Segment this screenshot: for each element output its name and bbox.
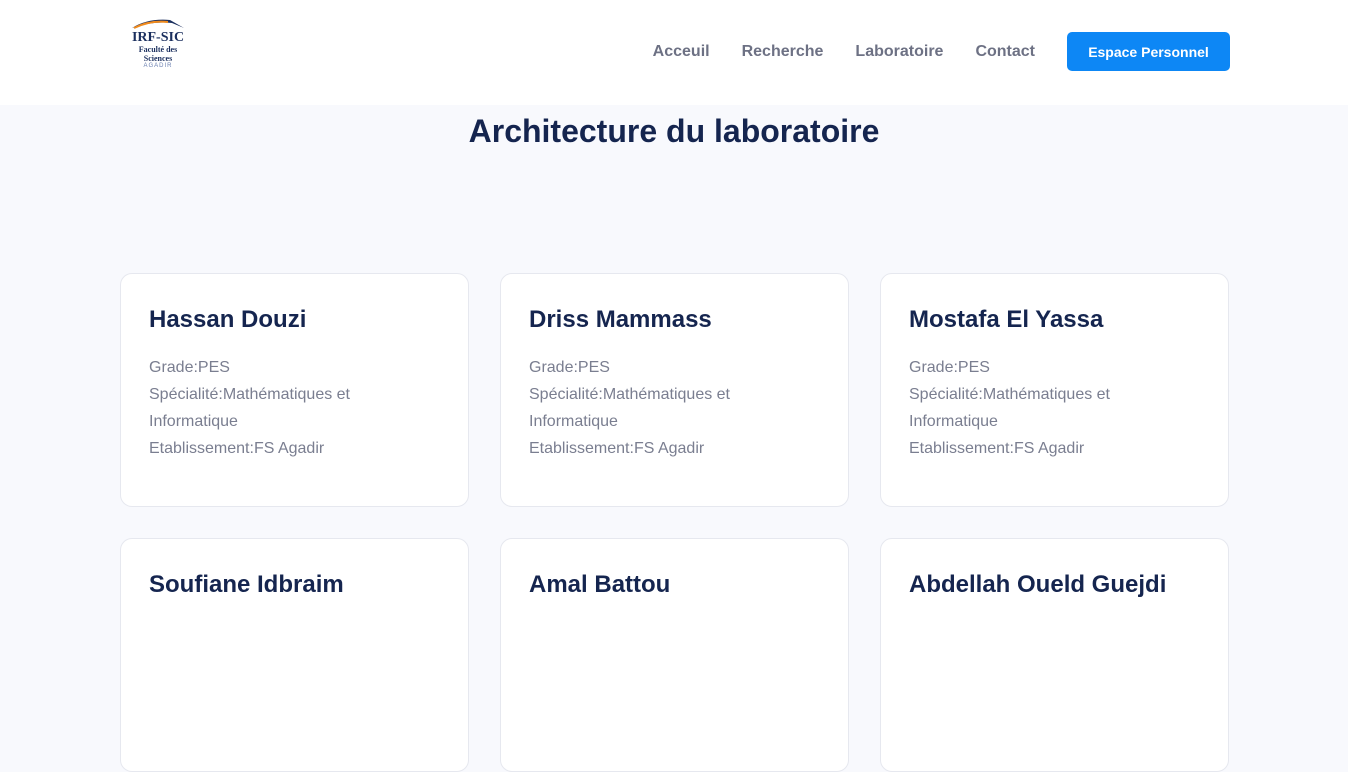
logo-line2: Sciences xyxy=(143,54,173,63)
member-card: Driss Mammass Grade:PES Spécialité:Mathé… xyxy=(500,273,849,507)
logo-line3: AGADIR xyxy=(143,63,173,69)
logo-swoosh-icon xyxy=(132,19,184,29)
member-card: Abdellah Oueld Guejdi xyxy=(880,538,1229,772)
nav-recherche[interactable]: Recherche xyxy=(742,43,824,61)
member-card: Mostafa El Yassa Grade:PES Spécialité:Ma… xyxy=(880,273,1229,507)
member-card: Hassan Douzi Grade:PES Spécialité:Mathém… xyxy=(120,273,469,507)
member-card: Amal Battou xyxy=(500,538,849,772)
member-name: Hassan Douzi xyxy=(149,306,307,333)
member-name: Driss Mammass xyxy=(529,306,712,333)
member-name: Abdellah Oueld Guejdi xyxy=(909,571,1167,598)
member-name: Mostafa El Yassa xyxy=(909,306,1104,333)
member-speciality: Spécialité:Mathématiques et Informatique xyxy=(149,386,350,430)
member-institution: Etablissement:FS Agadir xyxy=(529,440,705,457)
member-grade: Grade:PES xyxy=(529,359,610,376)
member-speciality: Spécialité:Mathématiques et Informatique xyxy=(529,386,730,430)
main-nav: Acceuil Recherche Laboratoire Contact Es… xyxy=(653,32,1230,71)
member-grade: Grade:PES xyxy=(909,359,990,376)
logo-title: IRF-SIC xyxy=(131,30,185,45)
member-grade: Grade:PES xyxy=(149,359,230,376)
nav-acceuil[interactable]: Acceuil xyxy=(653,43,710,61)
member-institution: Etablissement:FS Agadir xyxy=(909,440,1085,457)
header: IRF-SIC Faculté des Sciences AGADIR Acce… xyxy=(0,0,1348,105)
logo[interactable]: IRF-SIC Faculté des Sciences AGADIR xyxy=(126,16,190,86)
member-speciality: Spécialité:Mathématiques et Informatique xyxy=(909,386,1110,430)
member-institution: Etablissement:FS Agadir xyxy=(149,440,325,457)
member-name: Soufiane Idbraim xyxy=(149,571,344,598)
nav-laboratoire[interactable]: Laboratoire xyxy=(855,43,943,61)
logo-line1: Faculté des xyxy=(138,45,178,54)
espace-personnel-button[interactable]: Espace Personnel xyxy=(1067,32,1230,71)
member-name: Amal Battou xyxy=(529,571,671,598)
nav-contact[interactable]: Contact xyxy=(975,43,1035,61)
member-card: Soufiane Idbraim xyxy=(120,538,469,772)
page-title: Architecture du laboratoire xyxy=(468,113,880,149)
members-grid: Hassan Douzi Grade:PES Spécialité:Mathém… xyxy=(120,273,1229,772)
